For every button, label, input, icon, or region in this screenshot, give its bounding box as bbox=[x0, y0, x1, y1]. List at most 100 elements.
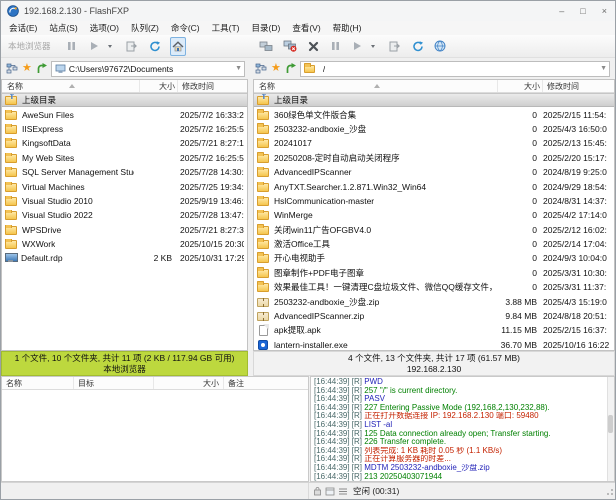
window-icon[interactable] bbox=[325, 487, 335, 496]
file-row[interactable]: Visual Studio 2010 2025/9/19 13:46:33 bbox=[2, 194, 247, 208]
web-browse-button[interactable] bbox=[433, 37, 447, 56]
column-header-name[interactable]: 名称 bbox=[257, 80, 498, 92]
start-queue-button[interactable] bbox=[87, 37, 101, 56]
menu-item[interactable]: 命令(C) bbox=[165, 21, 206, 35]
local-path-combobox[interactable]: C:\Users\97672\Documents ▼ bbox=[51, 61, 245, 77]
file-icon bbox=[5, 196, 18, 206]
file-row[interactable]: HslCommunication-master 0 2024/8/31 14:3… bbox=[254, 194, 614, 208]
minimize-button[interactable]: – bbox=[559, 6, 564, 16]
menu-item[interactable]: 选项(O) bbox=[84, 21, 125, 35]
queue-column-target[interactable]: 目标 bbox=[74, 377, 154, 389]
queue-column-remark[interactable]: 备注 bbox=[224, 377, 308, 389]
file-row[interactable]: lantern-installer.exe 36.70 MB 2025/10/1… bbox=[254, 338, 614, 350]
abort-button[interactable] bbox=[306, 37, 320, 56]
column-header-size[interactable]: 大小 bbox=[498, 80, 543, 92]
remote-transfer-queue-button[interactable] bbox=[388, 37, 403, 56]
menu-item[interactable]: 查看(V) bbox=[286, 21, 326, 35]
home-folder-button[interactable] bbox=[170, 37, 186, 56]
combobox-chevron-icon[interactable]: ▼ bbox=[600, 65, 607, 72]
remote-start-dropdown[interactable] bbox=[366, 37, 380, 56]
queue-column-name[interactable]: 名称 bbox=[2, 377, 74, 389]
play-icon bbox=[89, 41, 99, 51]
log-scrollbar-thumb[interactable] bbox=[608, 415, 613, 433]
file-size: 2 KB bbox=[134, 253, 172, 263]
file-row[interactable]: KingsoftData 2025/7/21 8:27:15 bbox=[2, 136, 247, 150]
folder-tree-icon[interactable] bbox=[6, 63, 18, 74]
file-row[interactable]: AnyTXT.Searcher.1.2.871.Win32_Win64 0 20… bbox=[254, 179, 614, 193]
menu-item[interactable]: 帮助(H) bbox=[327, 21, 368, 35]
sort-asc-icon bbox=[374, 81, 380, 88]
file-row[interactable]: 2503232-andboxie_沙盘 0 2025/4/3 16:50:0 bbox=[254, 122, 614, 136]
refresh-button[interactable] bbox=[148, 37, 162, 56]
file-row[interactable]: AdvancedIPScanner.zip 9.84 MB 2024/8/18 … bbox=[254, 309, 614, 323]
file-row[interactable]: 360绿色单文件版合集 0 2025/2/15 11:54: bbox=[254, 107, 614, 121]
file-row[interactable]: SQL Server Management Studio 2025/7/28 1… bbox=[2, 165, 247, 179]
file-icon bbox=[5, 95, 18, 105]
folder-icon bbox=[304, 64, 316, 73]
file-row[interactable]: apk提取.apk 11.15 MB 2025/2/15 16:37: bbox=[254, 323, 614, 337]
remote-start-button[interactable] bbox=[350, 37, 364, 56]
lock-icon[interactable] bbox=[313, 486, 322, 496]
file-mtime: 2025/7/21 8:27:38 bbox=[180, 225, 244, 235]
file-icon bbox=[5, 167, 18, 177]
queue-list-icon[interactable] bbox=[338, 487, 348, 496]
column-header-size[interactable]: 大小 bbox=[140, 80, 178, 92]
remote-path-combobox[interactable]: / ▼ bbox=[300, 61, 610, 77]
column-label: 名称 bbox=[259, 81, 275, 92]
maximize-button[interactable]: □ bbox=[580, 6, 585, 16]
menu-item[interactable]: 会话(E) bbox=[3, 21, 43, 35]
favorites-star-icon[interactable]: ★ bbox=[271, 63, 281, 74]
menu-item[interactable]: 目录(D) bbox=[246, 21, 287, 35]
file-row[interactable]: WinMerge 0 2025/4/2 17:14:0 bbox=[254, 208, 614, 222]
menu-item[interactable]: 工具(T) bbox=[206, 21, 246, 35]
combobox-chevron-icon[interactable]: ▼ bbox=[235, 65, 242, 72]
folder-tree-icon[interactable] bbox=[255, 63, 267, 74]
file-row[interactable]: My Web Sites 2025/7/2 16:25:58 bbox=[2, 151, 247, 165]
go-up-arrow-icon[interactable] bbox=[285, 63, 296, 74]
file-row[interactable]: AdvancedIPScanner 0 2024/8/19 9:25:0 bbox=[254, 165, 614, 179]
remote-pause-button[interactable] bbox=[328, 37, 342, 56]
file-row[interactable]: Default.rdp 2 KB 2025/10/31 17:29:38 bbox=[2, 251, 247, 265]
log-line: [16:44:39] [R] 正在打开数据连接 IP: 192.168.2.13… bbox=[314, 412, 605, 421]
connect-button[interactable] bbox=[258, 37, 274, 56]
file-name: 关闭win11广告OFGBV4.0 bbox=[274, 224, 371, 236]
file-row[interactable]: 开心电视助手 0 2024/9/3 10:04:0 bbox=[254, 251, 614, 265]
queue-list-empty[interactable] bbox=[2, 390, 308, 481]
column-header-modified[interactable]: 修改时间 bbox=[178, 80, 244, 92]
file-row[interactable]: IISExpress 2025/7/2 16:25:58 bbox=[2, 122, 247, 136]
file-row[interactable]: 激活Office工具 0 2025/2/14 17:04: bbox=[254, 237, 614, 251]
remote-refresh-button[interactable] bbox=[411, 37, 425, 56]
file-row[interactable]: Virtual Machines 2025/7/25 19:34:37 bbox=[2, 179, 247, 193]
menu-item[interactable]: 站点(S) bbox=[43, 21, 83, 35]
file-row[interactable]: WPSDrive 2025/7/21 8:27:38 bbox=[2, 223, 247, 237]
file-row[interactable]: 上级目录 bbox=[254, 93, 614, 107]
transfer-queue-button[interactable] bbox=[125, 37, 140, 56]
start-queue-dropdown[interactable] bbox=[103, 37, 117, 56]
queue-column-size[interactable]: 大小 bbox=[154, 377, 224, 389]
file-size: 11.15 MB bbox=[492, 325, 537, 335]
column-header-name[interactable]: 名称 bbox=[5, 80, 140, 92]
file-row[interactable]: 图章制作+PDF电子图章 0 2025/3/31 10:30: bbox=[254, 266, 614, 280]
session-log[interactable]: [16:44:39] [R] PWD [16:44:39] [R] 257 "/… bbox=[310, 376, 615, 482]
file-row[interactable]: 关闭win11广告OFGBV4.0 0 2025/2/12 16:02: bbox=[254, 223, 614, 237]
file-icon bbox=[257, 297, 270, 307]
file-row[interactable]: Visual Studio 2022 2025/7/28 13:47:18 bbox=[2, 208, 247, 222]
pause-queue-button[interactable] bbox=[65, 37, 79, 56]
menu-item[interactable]: 队列(Z) bbox=[125, 21, 165, 35]
resize-grip-icon[interactable] bbox=[605, 489, 613, 497]
go-up-arrow-icon[interactable] bbox=[36, 63, 47, 74]
file-row[interactable]: WXWork 2025/10/15 20:30:38 bbox=[2, 237, 247, 251]
file-row[interactable]: 20250208-定时自动启动关闭程序 0 2025/2/20 15:17: bbox=[254, 151, 614, 165]
close-button[interactable]: × bbox=[602, 6, 607, 16]
file-row[interactable]: 20241017 0 2025/2/13 15:45: bbox=[254, 136, 614, 150]
file-row[interactable]: 效果最佳工具！一键清理C盘垃圾文件、微信QQ缓存文件，免费好用，免安装版本 0 … bbox=[254, 280, 614, 294]
file-row[interactable]: AweSun Files 2025/7/2 16:33:27 bbox=[2, 107, 247, 121]
favorites-star-icon[interactable]: ★ bbox=[22, 63, 32, 74]
column-header-modified[interactable]: 修改时间 bbox=[543, 80, 611, 92]
file-name: IISExpress bbox=[22, 124, 63, 134]
file-row[interactable]: 2503232-andboxie_沙盘.zip 3.88 MB 2025/4/3… bbox=[254, 294, 614, 308]
disconnect-button[interactable] bbox=[282, 37, 298, 56]
log-scrollbar[interactable] bbox=[607, 377, 614, 481]
file-name: 20250208-定时自动启动关闭程序 bbox=[274, 152, 400, 164]
file-row[interactable]: 上级目录 bbox=[2, 93, 247, 107]
